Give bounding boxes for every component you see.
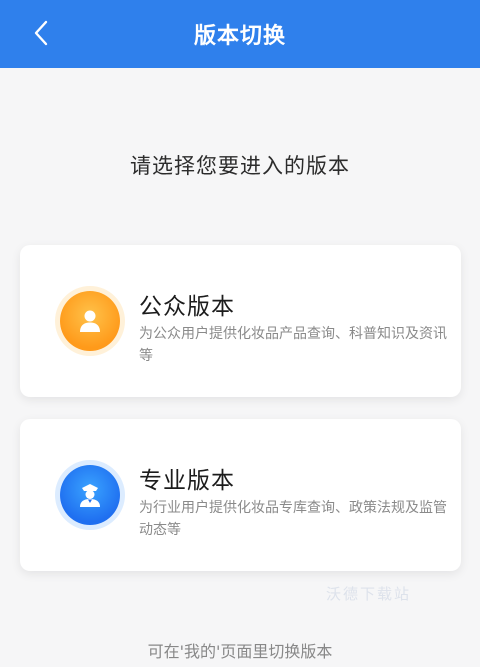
professional-version-description: 为行业用户提供化妆品专库查询、政策法规及监管动态等: [139, 500, 447, 538]
professional-version-title: 专业版本: [139, 468, 235, 494]
select-version-prompt: 请选择您要进入的版本: [130, 154, 350, 178]
back-button[interactable]: [26, 18, 56, 48]
professional-version-icon-badge: [60, 465, 120, 525]
chevron-left-icon: [34, 20, 48, 46]
top-bar: 版本切换: [0, 0, 480, 68]
public-version-icon-badge: [60, 291, 120, 351]
page-title: 版本切换: [193, 24, 286, 49]
officer-icon: [80, 484, 100, 507]
person-icon: [80, 310, 100, 332]
professional-version-card[interactable]: 专业版本 为行业用户提供化妆品专库查询、政策法规及监管动态等: [20, 419, 461, 571]
switch-version-hint: 可在'我的'页面里切换版本: [147, 642, 333, 661]
public-version-card[interactable]: 公众版本 为公众用户提供化妆品产品查询、科普知识及资讯等: [20, 245, 461, 397]
watermark-text: 沃德下载站: [326, 585, 412, 603]
public-version-title: 公众版本: [139, 294, 235, 320]
public-version-description: 为公众用户提供化妆品产品查询、科普知识及资讯等: [139, 326, 447, 364]
